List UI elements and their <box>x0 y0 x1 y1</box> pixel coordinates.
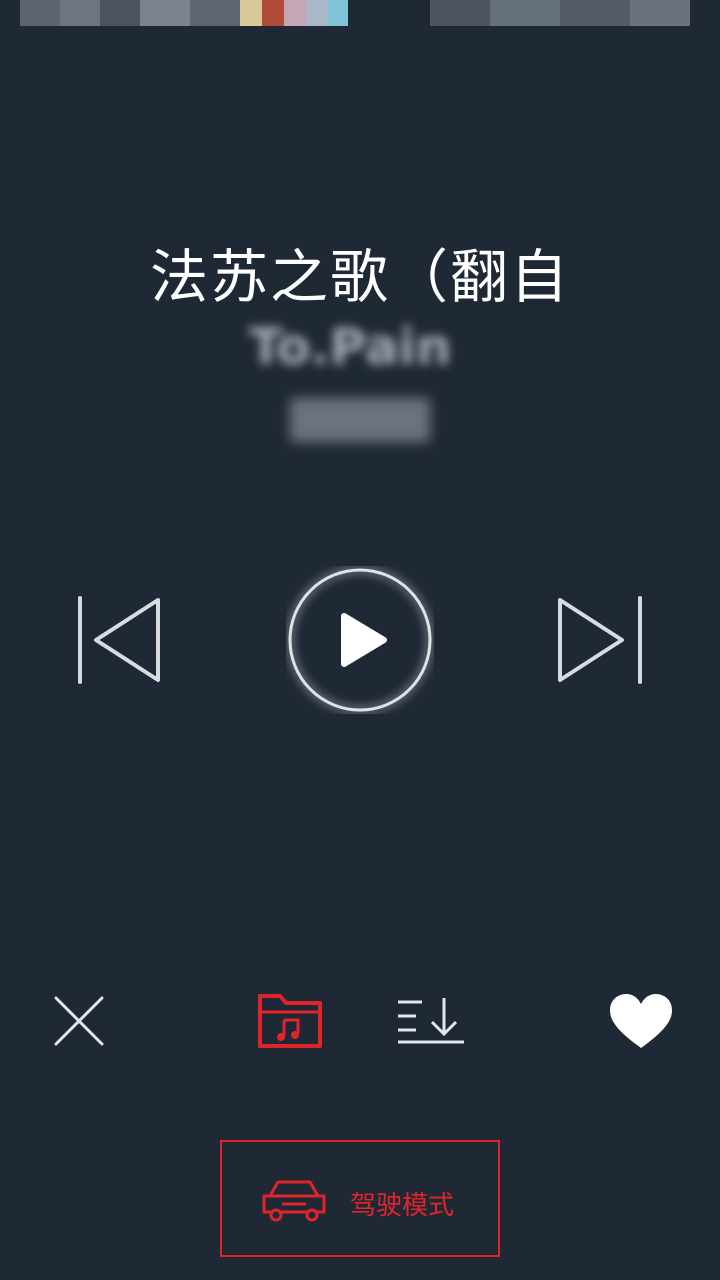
skip-next-icon <box>558 596 642 684</box>
previous-button[interactable] <box>72 592 168 688</box>
status-bar-pixel <box>630 0 690 26</box>
status-bar-pixel <box>490 0 560 26</box>
status-bar-pixel <box>20 0 60 26</box>
music-folder-icon <box>258 994 322 1048</box>
status-bar-pixel <box>328 0 348 26</box>
play-icon <box>288 568 432 712</box>
song-subtitle: To.Pain <box>248 318 452 376</box>
music-folder-button[interactable] <box>254 990 326 1054</box>
status-bar-pixel <box>262 0 284 26</box>
status-bar-pixel <box>306 0 328 26</box>
song-title: 法苏之歌（翻自 <box>149 243 570 311</box>
favorite-button[interactable] <box>606 990 678 1054</box>
sort-download-button[interactable] <box>394 990 466 1054</box>
close-icon <box>54 996 104 1046</box>
skip-previous-icon <box>78 596 160 684</box>
status-bar-pixel <box>140 0 190 26</box>
play-button[interactable] <box>286 566 434 714</box>
sort-download-icon <box>398 998 464 1044</box>
drive-mode-button[interactable]: 驾驶模式 <box>220 1140 500 1257</box>
song-artist-blurred <box>290 398 430 442</box>
heart-icon <box>610 994 672 1048</box>
drive-mode-label: 驾驶模式 <box>350 1191 455 1221</box>
status-bar-pixel <box>430 0 490 26</box>
status-bar-pixel <box>60 0 100 26</box>
status-bar <box>0 0 720 26</box>
status-bar-pixel <box>560 0 630 26</box>
close-button[interactable] <box>44 990 116 1054</box>
status-bar-pixel <box>284 0 306 26</box>
status-bar-pixel <box>190 0 240 26</box>
next-button[interactable] <box>552 592 648 688</box>
status-bar-pixel <box>240 0 262 26</box>
car-icon <box>262 1180 326 1222</box>
status-bar-pixel <box>100 0 140 26</box>
